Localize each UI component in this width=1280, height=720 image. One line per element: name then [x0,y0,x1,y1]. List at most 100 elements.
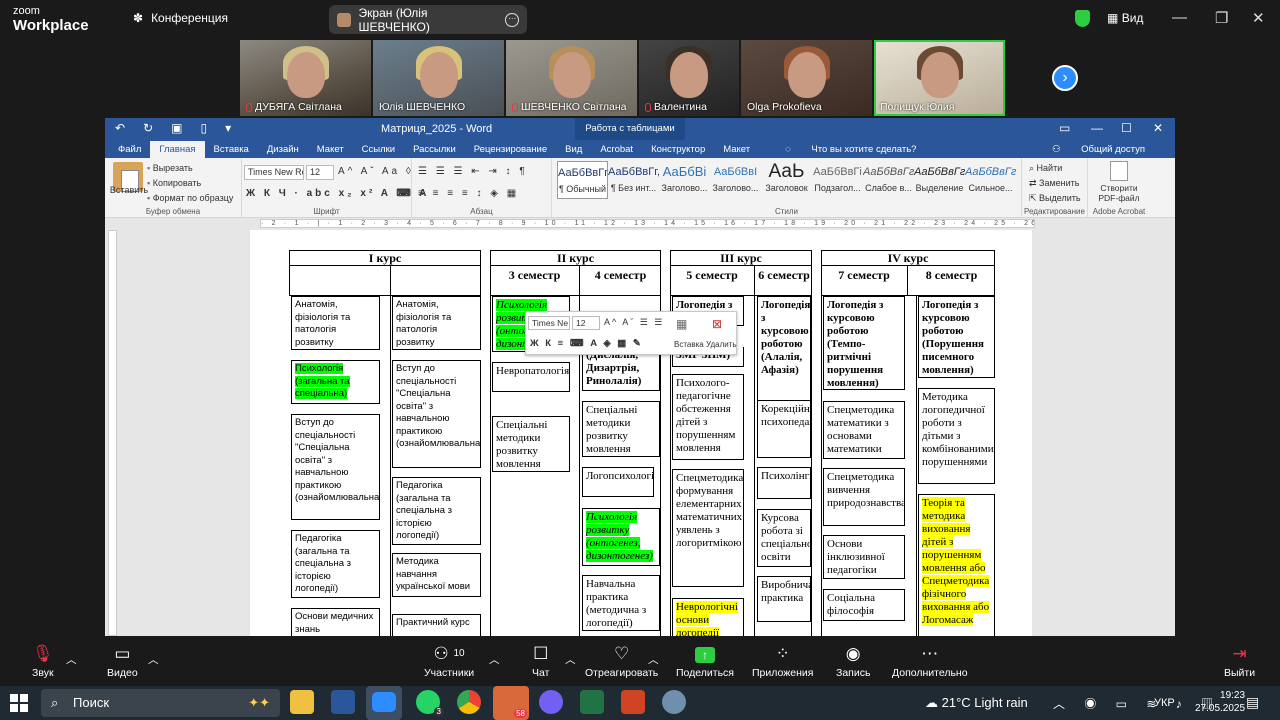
subject-cell[interactable]: Педагогіка (загальна та спеціальна з іст… [392,477,481,545]
react-options-chevron-icon[interactable]: ︿ [648,652,659,667]
tab-references[interactable]: Ссылки [353,141,404,158]
audio-button[interactable]: 🎙︎ Звук [32,641,54,679]
style-title[interactable]: АаЬ Заголовок [761,161,812,199]
word-minimize-icon[interactable]: — [1091,121,1103,135]
subject-cell[interactable]: Психологія розвитку (онтогенез, дизонтог… [582,508,660,566]
windows-start-icon[interactable] [10,694,28,712]
subject-cell[interactable]: Анатомія, фізіологія та патологія розвит… [291,296,380,350]
leave-button[interactable]: ⇥ Выйти [1224,641,1255,679]
tab-home[interactable]: Главная [150,141,205,158]
participant-tile-active[interactable]: Полищук Юлия [874,40,1005,116]
close-icon[interactable]: ✕ [1252,9,1265,27]
view-button[interactable]: ▦ Вид [1107,11,1143,25]
subject-cell[interactable]: Курсова робота зі спеціальної освіти [757,509,811,567]
word-app-icon[interactable] [331,690,355,714]
new-document-icon[interactable]: ▯ [200,121,207,135]
minimize-icon[interactable]: — [1172,9,1187,26]
tab-acrobat[interactable]: Acrobat [591,141,642,158]
audio-options-chevron-icon[interactable]: ︿ [66,652,77,667]
subject-cell[interactable]: Психолого-педагогічне обстеження дітей з… [672,374,744,460]
share-screen-button[interactable]: ↑ Поделиться [676,641,734,679]
word-maximize-icon[interactable]: ☐ [1121,121,1132,135]
create-pdf-button[interactable]: Створити PDF-файл [1095,161,1143,203]
participants-options-chevron-icon[interactable]: ︿ [489,652,500,667]
subject-cell[interactable]: Вступ до спеціальності "Спеціальна освіт… [291,414,380,520]
list-buttons[interactable]: ☰ ☰ ☰ ⇤ ⇥ ↕ ¶ [418,166,528,177]
tab-mailings[interactable]: Рассылки [404,141,465,158]
mini-font-select[interactable]: Times Ne [528,316,570,330]
style-normal[interactable]: АаБбВвГг, ¶ Обычный [557,161,608,199]
tab-design[interactable]: Дизайн [258,141,308,158]
more-button[interactable]: ⋯ Дополнительно [892,641,968,679]
video-options-chevron-icon[interactable]: ︿ [148,652,159,667]
ribbon-display-icon[interactable]: ▭ [1059,121,1070,135]
insert-button[interactable]: Вставка [674,340,704,349]
apps-button[interactable]: ⁘ Приложения [752,641,813,679]
chrome-icon[interactable] [457,690,481,714]
vertical-ruler[interactable] [105,230,119,636]
find-button[interactable]: ⌕ Найти [1029,161,1081,176]
viber-icon[interactable] [539,690,563,714]
tell-me-search[interactable]: ◌ Что вы хотите сделать? [767,141,934,158]
participant-tile[interactable]: Olga Prokofieva [741,40,872,116]
encryption-shield-icon[interactable] [1075,10,1090,27]
word-close-icon[interactable]: ✕ [1153,121,1163,135]
participant-tile[interactable]: ДУБЯГА Світлана [240,40,371,116]
mini-size-select[interactable]: 12 [572,316,600,330]
mini-list-buttons[interactable]: A^ Aˇ ☰ ☰ [604,317,664,328]
zoom-app-icon[interactable] [366,686,402,720]
subject-cell[interactable]: Логопедія з курсовою роботою (Порушення … [918,296,995,378]
font-size-grow-shrink[interactable]: A^ Aˇ Aa ◊ [338,166,414,177]
powerpoint-icon[interactable] [621,690,645,714]
subject-cell[interactable]: Теорія та методика виховання дітей з пор… [918,494,995,637]
subject-cell[interactable]: Корекційна психопедагогіка [757,400,811,458]
style-no-spacing[interactable]: АаБбВвГг, ¶ Без инт... [608,161,659,199]
subject-cell[interactable]: Спеціальні методики розвитку мовлення [492,416,570,472]
mini-format-buttons[interactable]: Ж К ≡ ⌨ A ◈ ▦ ✎ [530,338,643,349]
customize-toolbar-icon[interactable]: ▾ [225,121,231,135]
notifications-icon[interactable]: ▤ [1246,694,1259,711]
tab-review[interactable]: Рецензирование [465,141,556,158]
subject-cell[interactable]: Основи медичних знань [291,608,380,637]
meeting-info-button[interactable]: ✽ Конференция [133,11,228,25]
subject-cell[interactable]: Соціальна філософія [823,589,905,621]
video-button[interactable]: ▭ Видео [107,641,138,679]
paint-icon[interactable] [662,690,686,714]
subject-cell[interactable]: Спецметодика формування елементарних мат… [672,469,744,587]
subject-cell[interactable]: Спецметодика вивчення природознавства [823,468,905,526]
select-button[interactable]: ⇱ Выделить [1029,191,1081,206]
format-painter-button[interactable]: Формат по образцу [147,191,234,206]
paste-button[interactable]: Вставить [109,185,149,195]
tab-table-design[interactable]: Конструктор [642,141,714,158]
style-heading-1[interactable]: АаБбВі Заголово... [659,161,710,199]
redo-icon[interactable]: ↻ [143,121,153,135]
chat-button[interactable]: ☐ Чат [532,641,549,679]
subject-cell[interactable]: Методика логопедичної роботи з дітьми з … [918,388,995,484]
table-delete-icon[interactable]: ⊠ [712,317,722,331]
more-options-icon[interactable]: ··· [505,12,519,27]
participant-tile[interactable]: Юлія ШЕВЧЕНКО [373,40,504,116]
subject-cell[interactable]: Основи інклюзивної педагогіки [823,535,905,579]
chat-options-chevron-icon[interactable]: ︿ [565,652,576,667]
subject-cell[interactable]: Логопсихологія [582,467,654,497]
language-indicator[interactable]: УКР [1154,697,1175,709]
alignment-buttons[interactable]: ≡ ≡ ≡ ≡ ↕ ◈ ▦ [418,188,519,199]
telegram-icon[interactable]: 58 [493,686,529,720]
subject-cell[interactable]: Психологія (загальна та спеціальна) [291,360,380,404]
style-subtitle[interactable]: АаБбВвГі Подзагол... [812,161,863,199]
tab-table-layout[interactable]: Макет [714,141,759,158]
tab-layout[interactable]: Макет [308,141,353,158]
taskbar-search[interactable]: ⌕ Поиск ✦✦ [41,689,280,717]
table-insert-icon[interactable]: ▦ [676,317,687,331]
subject-cell[interactable]: Практичний курс [392,614,481,637]
record-button[interactable]: ◉ Запись [836,641,870,679]
subject-cell[interactable]: Анатомія, фізіологія та патологія розвит… [392,296,481,350]
delete-button[interactable]: Удалить [706,340,737,349]
weather-widget[interactable]: ☁ 21°C Light rain [925,695,1028,711]
style-emphasis[interactable]: АаБбВвГг, Выделение [914,161,965,199]
horizontal-ruler[interactable]: · 2 · 1 · | · 1 · 2 · 3 · 4 · 5 · 6 · 7 … [105,218,1175,230]
undo-icon[interactable]: ↶ [115,121,125,135]
replace-button[interactable]: ⇄ Заменить [1029,176,1081,191]
excel-icon[interactable] [580,690,604,714]
subject-cell[interactable]: Логопедія з курсовою роботою (Темпо-ритм… [823,296,905,390]
